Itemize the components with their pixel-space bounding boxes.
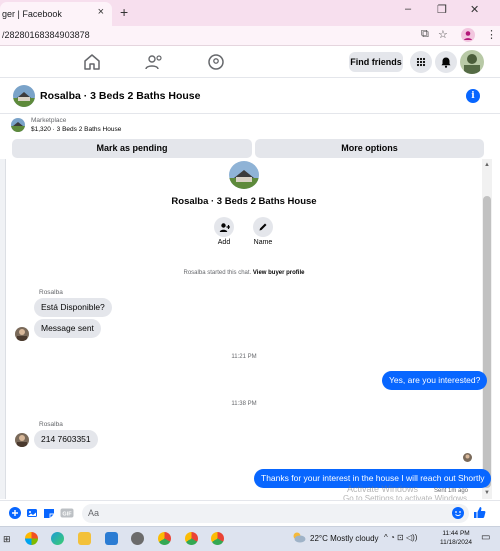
chrome-profile-icon[interactable]: [185, 532, 198, 545]
timestamp: 11:21 PM: [231, 354, 257, 360]
listing-avatar[interactable]: [13, 85, 35, 107]
app-icon[interactable]: [131, 532, 144, 545]
profile-name: Rosalba · 3 Beds 2 Baths House: [171, 196, 317, 207]
mark-pending-button[interactable]: Mark as pending: [12, 139, 252, 158]
weather-cloud-icon[interactable]: [292, 531, 306, 543]
close-tab-icon[interactable]: ×: [98, 6, 104, 18]
marketplace-label: Marketplace: [31, 117, 67, 124]
widgets-icon[interactable]: ⊞: [3, 534, 11, 545]
sent-status: Sent 1m ago: [434, 488, 469, 494]
sender-avatar[interactable]: [15, 327, 29, 341]
groups-icon[interactable]: [204, 52, 228, 72]
sender-avatar[interactable]: [15, 433, 29, 447]
tab-title: ger | Facebook: [2, 9, 62, 19]
seen-indicator-avatar: [463, 453, 472, 462]
browser-tab[interactable]: ger | Facebook ×: [0, 2, 112, 26]
sender-name: Rosalba: [39, 289, 63, 296]
chat-started-notice: Rosalba started this chat. View buyer pr…: [183, 270, 305, 276]
plus-circle-icon[interactable]: [9, 507, 21, 519]
screencast-icon[interactable]: ⧉: [421, 28, 429, 41]
clock[interactable]: 11:44 PM 11/18/2024: [440, 529, 472, 547]
maximize-button[interactable]: ❐: [437, 3, 447, 16]
add-label: Add: [217, 239, 231, 246]
svg-text:GIF: GIF: [62, 512, 72, 518]
add-person-icon[interactable]: [214, 217, 234, 237]
bookmark-star-icon[interactable]: ☆: [438, 28, 448, 41]
close-window-button[interactable]: ✕: [470, 3, 479, 16]
right-edge: [492, 159, 500, 499]
listing-summary[interactable]: $1,320 · 3 Beds 2 Baths House: [31, 126, 121, 133]
kebab-menu-icon[interactable]: ⋮: [486, 28, 497, 41]
emoji-icon[interactable]: [452, 507, 464, 519]
listing-thumbnail[interactable]: [11, 118, 25, 132]
view-buyer-profile-link[interactable]: View buyer profile: [253, 270, 305, 276]
gif-icon[interactable]: GIF: [60, 507, 74, 519]
windows-taskbar: [0, 526, 500, 551]
chat-title[interactable]: Rosalba · 3 Beds 2 Baths House: [40, 90, 200, 102]
new-tab-button[interactable]: +: [120, 4, 128, 20]
chrome-window-icon[interactable]: [211, 532, 224, 545]
incoming-message[interactable]: Message sent: [34, 319, 101, 338]
listing-profile-picture[interactable]: [229, 161, 259, 189]
outgoing-message[interactable]: Yes, are you interested?: [382, 371, 488, 390]
thumbs-up-icon[interactable]: [473, 506, 486, 518]
account-avatar[interactable]: [460, 50, 484, 74]
home-icon[interactable]: [80, 52, 104, 72]
scroll-down-arrow-icon[interactable]: ▼: [484, 490, 490, 496]
copilot-icon[interactable]: [25, 532, 38, 545]
photo-icon[interactable]: [26, 507, 38, 519]
notifications-bell-icon[interactable]: [435, 51, 457, 73]
notification-center-icon[interactable]: ▭: [481, 532, 490, 543]
incoming-message[interactable]: Está Disponible?: [34, 298, 112, 317]
info-icon[interactable]: i: [466, 89, 480, 103]
find-friends-button[interactable]: Find friends: [349, 52, 403, 72]
store-icon[interactable]: [105, 532, 118, 545]
chrome-icon[interactable]: [158, 532, 171, 545]
minimize-button[interactable]: –: [405, 3, 411, 15]
name-label: Name: [253, 239, 273, 246]
sticker-icon[interactable]: [43, 507, 55, 519]
scroll-up-arrow-icon[interactable]: ▲: [484, 162, 490, 168]
incoming-message[interactable]: 214 7603351: [34, 430, 98, 449]
edit-name-pencil-icon[interactable]: [253, 217, 273, 237]
edge-icon[interactable]: [51, 532, 64, 545]
url-text[interactable]: /28280168384903878: [2, 30, 90, 40]
timestamp: 11:38 PM: [231, 401, 257, 407]
weather-text[interactable]: 22°C Mostly cloudy: [310, 534, 379, 543]
activate-windows-watermark: Activate Windows: [347, 484, 419, 494]
sender-name: Rosalba: [39, 421, 63, 428]
system-tray-icons[interactable]: ^ ◔ ⊡ ◁)): [384, 533, 417, 542]
message-input-placeholder: Aa: [88, 508, 100, 518]
menu-grid-icon[interactable]: [410, 51, 432, 73]
friends-icon[interactable]: [142, 52, 166, 72]
scrollbar-thumb[interactable]: [483, 196, 491, 488]
file-explorer-icon[interactable]: [78, 532, 91, 545]
message-input[interactable]: [82, 504, 469, 523]
profile-icon[interactable]: [461, 28, 475, 42]
more-options-button[interactable]: More options: [255, 139, 484, 158]
